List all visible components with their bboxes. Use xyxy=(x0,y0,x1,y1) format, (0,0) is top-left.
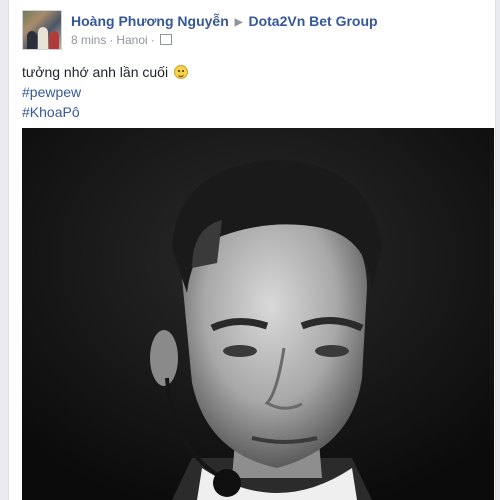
author-avatar[interactable] xyxy=(22,10,62,50)
post-text-line: tưởng nhớ anh lần cuối xyxy=(22,62,188,82)
post-meta: 8 mins · Hanoi · xyxy=(71,33,172,47)
post-body: tưởng nhớ anh lần cuối #pewpew #KhoaPô xyxy=(22,62,188,122)
post-timestamp[interactable]: 8 mins xyxy=(71,33,106,47)
group-audience-icon[interactable] xyxy=(159,34,172,45)
post-photo[interactable] xyxy=(22,128,494,500)
post-location[interactable]: Hanoi xyxy=(116,33,147,47)
group-name-link[interactable]: Dota2Vn Bet Group xyxy=(248,13,377,29)
triangle-right-icon: ▶ xyxy=(234,17,243,28)
post-header: Hoàng Phương Nguyễn ▶ Dota2Vn Bet Group 8 … xyxy=(22,8,485,52)
post-text: tưởng nhớ anh lần cuối xyxy=(22,64,169,80)
author-name-link[interactable]: Hoàng Phương Nguyễn xyxy=(71,13,229,29)
hashtag-link[interactable]: #pewpew xyxy=(22,84,81,100)
feed-post: Hoàng Phương Nguyễn ▶ Dota2Vn Bet Group 8 … xyxy=(8,0,496,500)
portrait-image xyxy=(22,128,494,500)
post-title-line: Hoàng Phương Nguyễn ▶ Dota2Vn Bet Group xyxy=(71,13,378,29)
smile-emoji-icon xyxy=(173,65,188,79)
hashtag-link[interactable]: #KhoaPô xyxy=(22,104,80,120)
